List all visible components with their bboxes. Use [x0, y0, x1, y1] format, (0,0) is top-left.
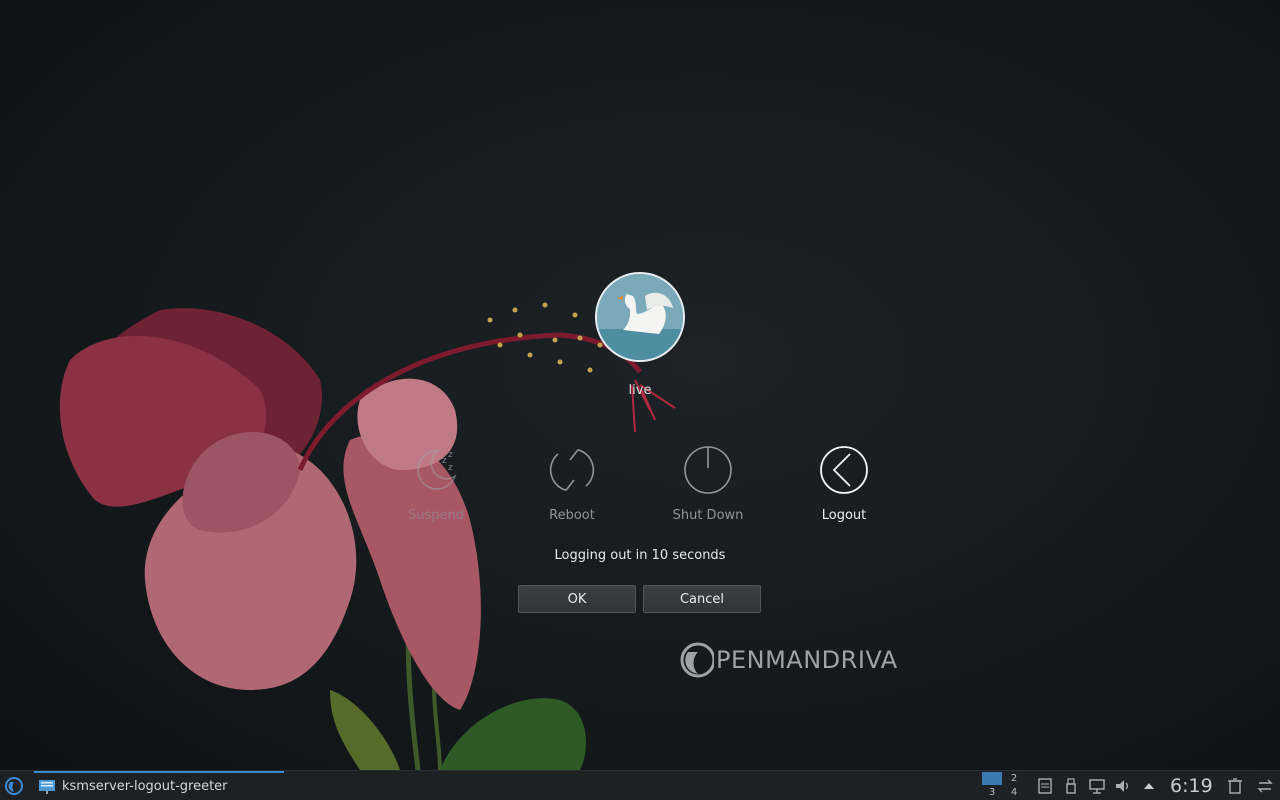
sleep-icon: z z z	[417, 450, 457, 490]
username-label: live	[628, 383, 652, 398]
suspend-button[interactable]: z z z Suspend	[376, 446, 496, 528]
desktop-1[interactable]	[982, 772, 1002, 785]
shutdown-label: Shut Down	[672, 508, 744, 523]
power-icon	[684, 446, 732, 494]
svg-text:z: z	[442, 456, 447, 466]
reboot-button[interactable]: Reboot	[512, 446, 632, 528]
clock[interactable]: 6:19	[1170, 775, 1213, 797]
clipboard-icon[interactable]	[1036, 777, 1054, 795]
back-arrow-icon	[820, 446, 868, 494]
task-label: ksmserver-logout-greeter	[62, 779, 228, 794]
cancel-button[interactable]: Cancel	[643, 585, 761, 613]
reboot-icon	[549, 449, 595, 491]
expand-tray-arrow-icon[interactable]	[1140, 777, 1158, 795]
taskbar: ksmserver-logout-greeter 2 3 4 6:19	[0, 770, 1280, 800]
usb-device-icon[interactable]	[1062, 777, 1080, 795]
shutdown-button[interactable]: Shut Down	[648, 446, 768, 528]
network-icon[interactable]	[1088, 777, 1106, 795]
task-item-logout-greeter[interactable]: ksmserver-logout-greeter	[34, 771, 284, 800]
logo-swirl-icon	[680, 642, 714, 678]
user-avatar	[595, 272, 685, 362]
app-launcher-icon[interactable]	[4, 776, 24, 796]
logout-button[interactable]: Logout	[784, 446, 904, 528]
reboot-label: Reboot	[549, 508, 595, 523]
virtual-desktop-pager[interactable]: 2 3 4	[982, 771, 1024, 800]
panel-settings-icon[interactable]	[1256, 777, 1274, 795]
svg-text:z: z	[448, 450, 453, 460]
logout-screen: live z z z Suspend Reboot Shut Down Logo…	[0, 0, 1280, 800]
window-icon	[39, 780, 55, 794]
volume-icon[interactable]	[1114, 777, 1132, 795]
trash-icon[interactable]	[1226, 777, 1244, 795]
suspend-label: Suspend	[407, 508, 464, 523]
desktop-2[interactable]: 2	[1004, 772, 1024, 785]
svg-text:z: z	[448, 463, 453, 473]
logo-text: PENMANDRIVA	[716, 646, 898, 674]
openmandriva-logo: PENMANDRIVA	[680, 640, 898, 680]
desktop-3[interactable]: 3	[982, 786, 1002, 799]
logout-label: Logout	[821, 508, 867, 523]
desktop-4[interactable]: 4	[1004, 786, 1024, 799]
countdown-status: Logging out in 10 seconds	[554, 548, 726, 563]
ok-button[interactable]: OK	[518, 585, 636, 613]
